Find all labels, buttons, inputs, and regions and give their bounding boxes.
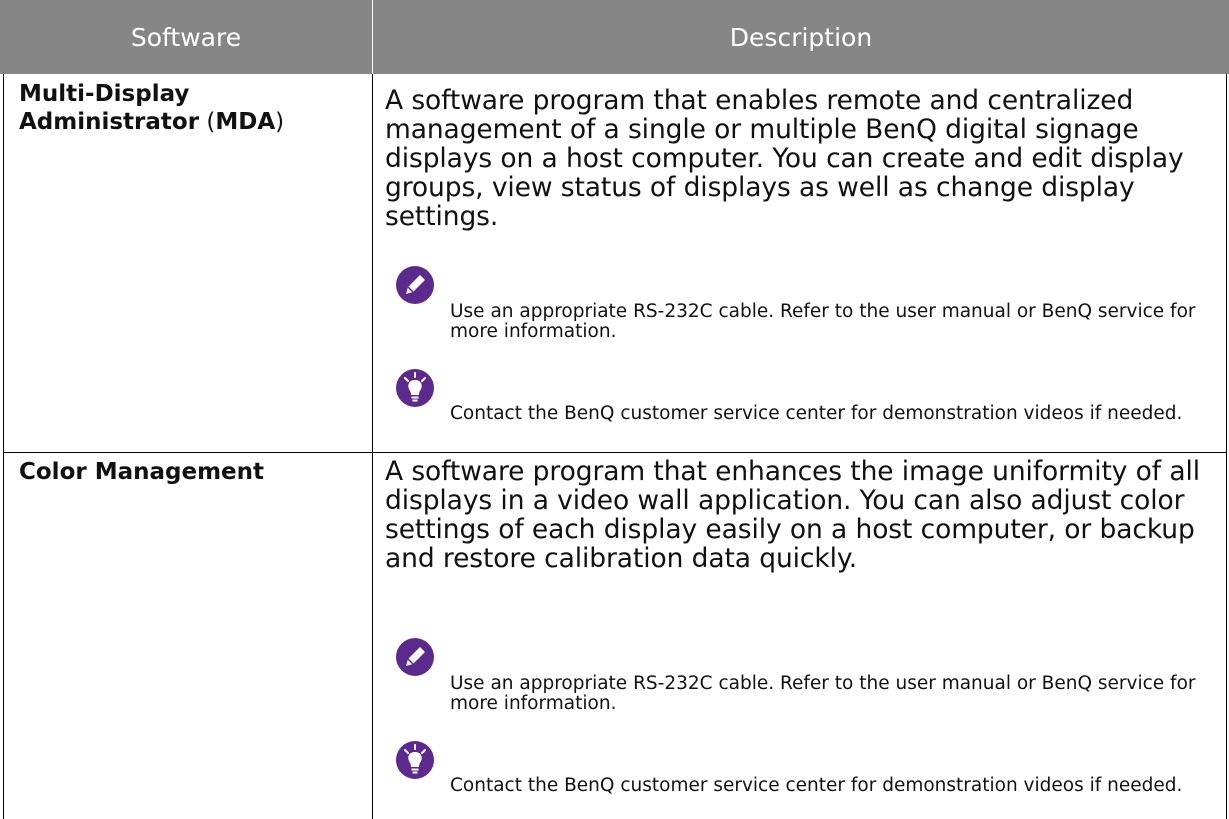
row-2-software-name: Color Management: [19, 458, 264, 486]
table-border-left: [3, 74, 4, 819]
name-abbr: MDA: [215, 109, 276, 135]
name-line-1: Multi-Display: [19, 81, 190, 107]
row-1-software-name: Multi-Display Administrator (MDA): [19, 81, 285, 135]
header-description: Description: [373, 0, 1229, 74]
row-1-note-text: Use an appropriate RS-232C cable. Refer …: [450, 301, 1196, 342]
row-2-note-text: Use an appropriate RS-232C cable. Refer …: [450, 673, 1196, 714]
row-2-tip-text: Contact the BenQ customer service center…: [450, 775, 1183, 796]
lightbulb-icon: [395, 740, 435, 780]
row-divider: [3, 452, 1227, 453]
pencil-icon: [395, 637, 435, 677]
table-border-right: [1226, 74, 1227, 819]
row-1-description: A software program that enables remote a…: [385, 85, 1184, 232]
column-divider: [372, 74, 373, 819]
pencil-icon: [395, 265, 435, 305]
software-table: Software Description Multi-Display Admin…: [0, 0, 1229, 819]
header-software: Software: [0, 0, 372, 74]
lightbulb-icon: [395, 368, 435, 408]
row-2-description: A software program that enhances the ima…: [385, 456, 1200, 574]
name-line-1: Color Management: [19, 459, 265, 485]
row-1-tip-text: Contact the BenQ customer service center…: [450, 403, 1183, 424]
name-line-2: Administrator: [19, 109, 200, 135]
